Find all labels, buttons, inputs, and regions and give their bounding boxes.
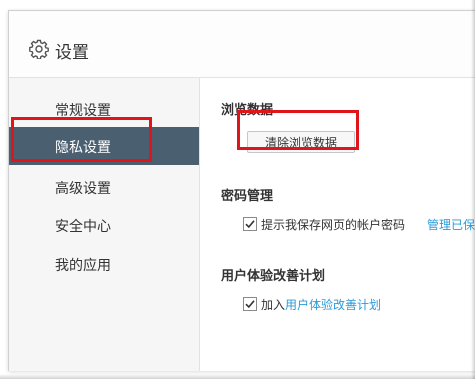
settings-header: 设置	[9, 11, 475, 78]
manage-saved-passwords-link[interactable]: 管理已保	[427, 216, 475, 233]
page-title: 设置	[55, 43, 89, 63]
browse-data-title: 浏览数据	[221, 103, 274, 118]
ux-plan-link[interactable]: 用户体验改善计划	[285, 298, 381, 312]
window-shadow-right	[471, 0, 475, 379]
sidebar-item-label: 我的应用	[55, 258, 111, 274]
ux-plan-label-prefix: 加入	[261, 298, 286, 312]
settings-window: 设置 常规设置 隐私设置 高级设置 安全中心 我的应用 浏览数据 清除浏览数据 …	[8, 10, 475, 371]
sidebar-item-advanced[interactable]: 高级设置	[9, 168, 199, 206]
sidebar-item-security[interactable]: 安全中心	[9, 206, 199, 244]
password-management-title: 密码管理	[221, 189, 274, 204]
privacy-settings-panel: 浏览数据 清除浏览数据 密码管理 提示我保存网页的帐户密码 管理已保 用户体验改…	[200, 78, 475, 371]
checkmark-icon	[245, 220, 255, 229]
sidebar-item-general[interactable]: 常规设置	[9, 90, 199, 128]
window-shadow-bottom	[0, 374, 475, 379]
save-password-label: 提示我保存网页的帐户密码	[261, 218, 406, 232]
sidebar-item-label: 安全中心	[55, 219, 111, 235]
gear-icon	[29, 39, 49, 59]
clear-browsing-data-button[interactable]: 清除浏览数据	[247, 131, 355, 153]
save-password-checkbox[interactable]	[243, 217, 257, 231]
sidebar-item-apps[interactable]: 我的应用	[9, 245, 199, 283]
ux-plan-title: 用户体验改善计划	[221, 269, 326, 284]
checkmark-icon	[245, 300, 255, 309]
sidebar-item-label: 高级设置	[55, 181, 111, 197]
sidebar-item-label: 常规设置	[55, 103, 111, 119]
ux-plan-checkbox[interactable]	[243, 297, 257, 311]
ux-plan-label: 加入用户体验改善计划	[261, 296, 381, 313]
sidebar-item-privacy[interactable]: 隐私设置	[9, 127, 199, 165]
settings-sidebar: 常规设置 隐私设置 高级设置 安全中心 我的应用	[9, 78, 200, 371]
sidebar-item-label: 隐私设置	[55, 140, 111, 156]
